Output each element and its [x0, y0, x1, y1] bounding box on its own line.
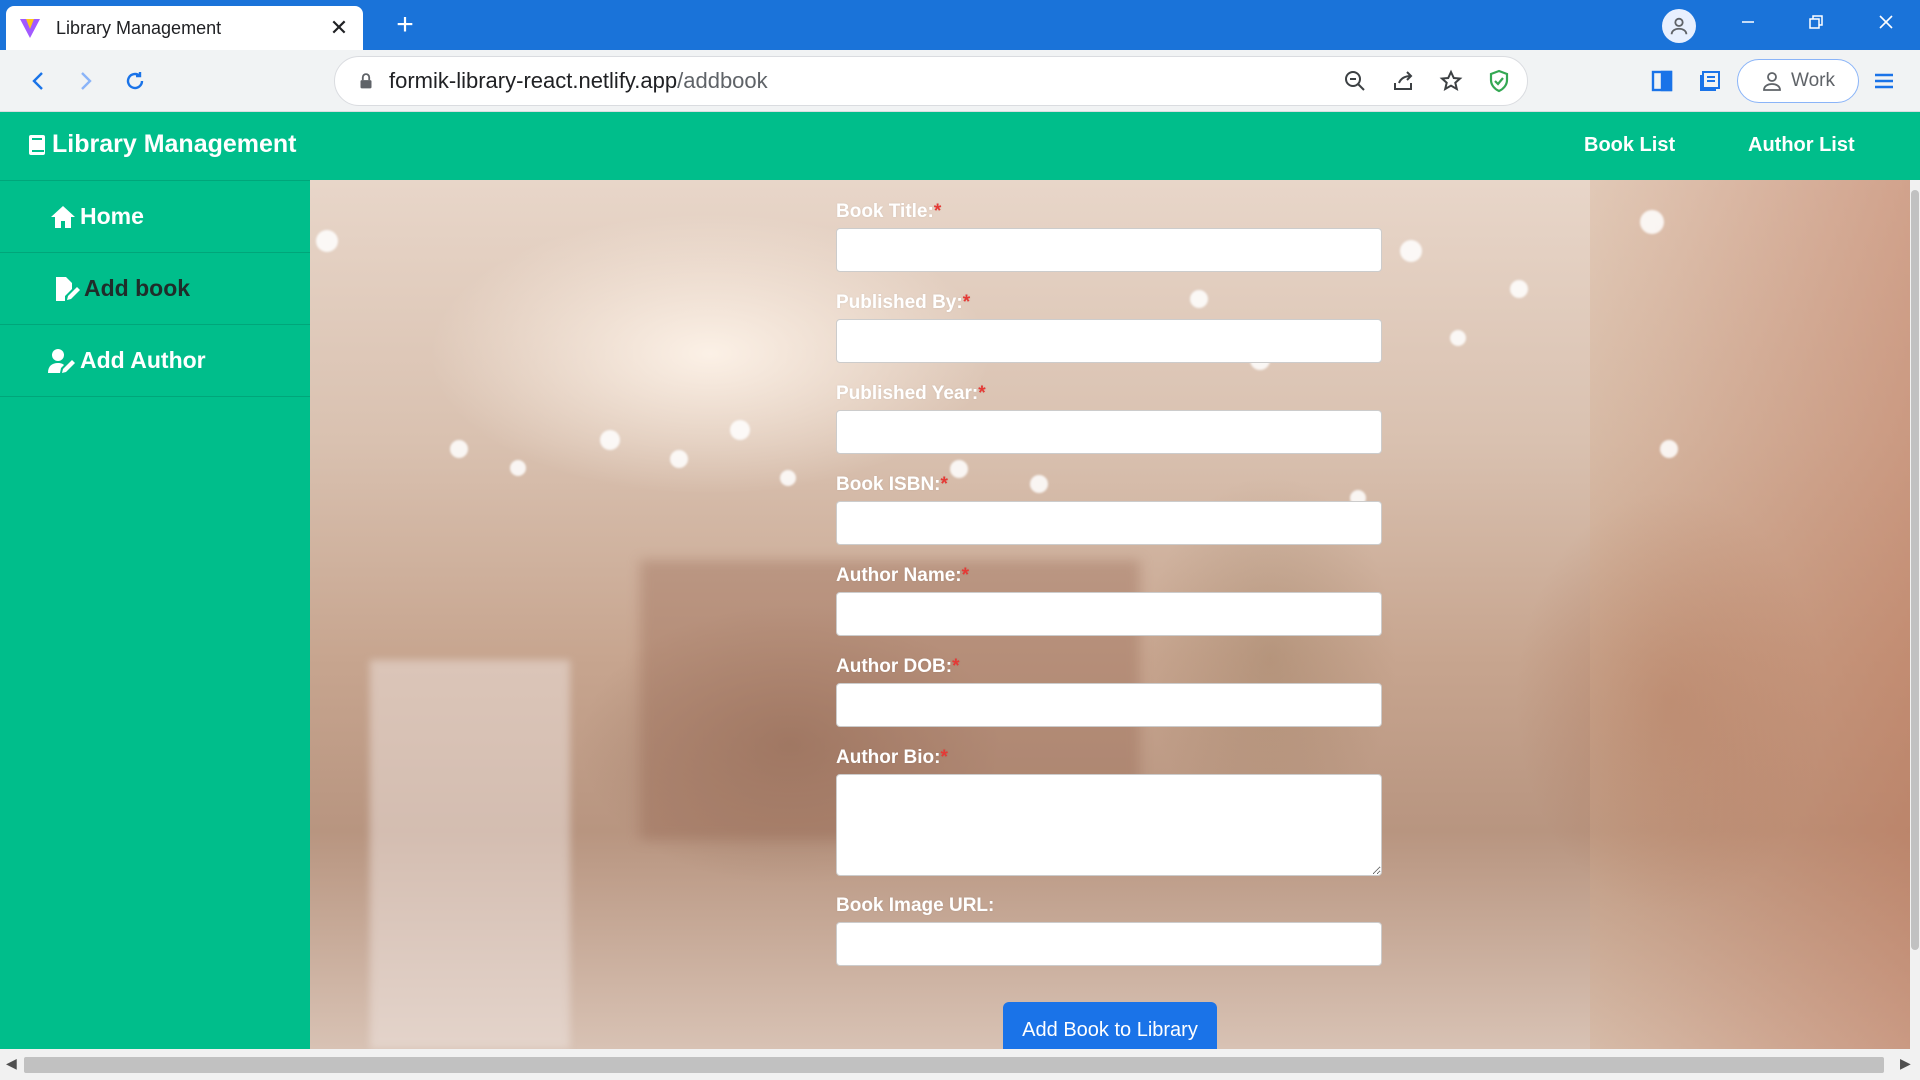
url-path: /addbook: [677, 68, 768, 93]
book-title-input[interactable]: [836, 228, 1382, 272]
published-year-label: Published Year:*: [836, 383, 986, 404]
scroll-right-arrow-icon[interactable]: ▶: [1900, 1055, 1911, 1072]
author-dob-label: Author DOB:*: [836, 656, 960, 677]
close-tab-icon[interactable]: ✕: [327, 15, 351, 41]
add-book-submit-button[interactable]: Add Book to Library: [1003, 1002, 1217, 1049]
home-icon: [48, 202, 78, 232]
add-book-form: Book Title:* Published By:* Published Ye…: [836, 198, 1382, 983]
published-by-label: Published By:*: [836, 292, 971, 313]
author-bio-textarea[interactable]: [836, 774, 1382, 876]
author-name-input[interactable]: [836, 592, 1382, 636]
url-host: formik-library-react.netlify.app: [389, 68, 678, 93]
back-icon[interactable]: [20, 62, 58, 100]
brand[interactable]: Library Management: [28, 130, 297, 159]
profile-avatar-icon[interactable]: [1662, 9, 1696, 43]
menu-icon[interactable]: [1866, 63, 1902, 99]
vertical-scrollbar-thumb[interactable]: [1911, 190, 1919, 950]
published-by-input[interactable]: [836, 319, 1382, 363]
bookmark-star-icon[interactable]: [1431, 61, 1471, 101]
shield-extension-icon[interactable]: [1479, 61, 1519, 101]
sidebar-item-label: Add Author: [80, 347, 206, 373]
book-image-url-label: Book Image URL:: [836, 895, 995, 916]
minimize-icon[interactable]: [1720, 0, 1776, 44]
browser-toolbar: formik-library-react.netlify.app/addbook…: [0, 50, 1920, 112]
tab-title: Library Management: [56, 17, 222, 38]
sidebar-item-home[interactable]: Home: [0, 181, 310, 253]
bokeh-light: [670, 450, 688, 468]
user-edit-icon: [48, 346, 78, 376]
bokeh-light: [730, 420, 750, 440]
bokeh-light: [780, 470, 796, 486]
bokeh-light: [316, 230, 338, 252]
work-profile-icon: [1763, 72, 1781, 91]
book-isbn-label: Book ISBN:*: [836, 474, 948, 495]
app-root: Library Management Book List Author List…: [0, 112, 1920, 1049]
sidebar-item-label: Add book: [84, 275, 191, 301]
bokeh-light: [1450, 330, 1466, 346]
file-edit-icon: [52, 274, 82, 304]
nav-author-list[interactable]: Author List: [1748, 134, 1855, 157]
book-title-label: Book Title:*: [836, 201, 942, 222]
vertical-scrollbar[interactable]: [1910, 180, 1920, 1049]
close-window-icon[interactable]: [1858, 0, 1914, 44]
bokeh-light: [510, 460, 526, 476]
profile-work-button[interactable]: Work: [1737, 59, 1859, 103]
browser-tab[interactable]: Library Management ✕: [6, 6, 363, 50]
browser-tab-bar: Library Management ✕ +: [0, 0, 1920, 50]
book-icon: [29, 134, 45, 155]
bokeh-light: [1660, 440, 1678, 458]
bokeh-light: [1400, 240, 1422, 262]
horizontal-scrollbar-thumb[interactable]: [24, 1057, 1884, 1073]
brand-title: Library Management: [52, 130, 297, 158]
author-bio-label: Author Bio:*: [836, 747, 948, 768]
forward-icon[interactable]: [66, 62, 104, 100]
bokeh-light: [600, 430, 620, 450]
vite-favicon-icon: [20, 19, 40, 38]
reading-list-icon[interactable]: [1692, 63, 1728, 99]
horizontal-scrollbar[interactable]: ◀ ▶: [0, 1049, 1920, 1080]
restore-icon[interactable]: [1788, 0, 1844, 44]
zoom-out-icon[interactable]: [1335, 61, 1375, 101]
book-image-url-input[interactable]: [836, 922, 1382, 966]
app-header: Library Management Book List Author List: [0, 112, 1920, 180]
bookshelf-decoration: [1590, 180, 1910, 1049]
author-dob-input[interactable]: [836, 683, 1382, 727]
nav-book-list[interactable]: Book List: [1584, 134, 1675, 157]
share-icon[interactable]: [1383, 61, 1423, 101]
profile-label: Work: [1791, 70, 1835, 91]
published-year-input[interactable]: [836, 410, 1382, 454]
sidebar: Home Add book Add Author: [0, 180, 310, 1049]
library-background: Book Title:* Published By:* Published Ye…: [310, 180, 1910, 1049]
scroll-left-arrow-icon[interactable]: ◀: [6, 1055, 17, 1072]
bokeh-light: [1510, 280, 1528, 298]
bokeh-light: [450, 440, 468, 458]
bokeh-light: [1640, 210, 1664, 234]
person-silhouette-decoration: [370, 660, 570, 1049]
reload-icon[interactable]: [116, 62, 154, 100]
new-tab-button[interactable]: +: [388, 8, 422, 42]
sidebar-item-label: Home: [80, 203, 144, 229]
lock-icon: [360, 73, 372, 89]
url-text: formik-library-react.netlify.app/addbook: [389, 68, 1335, 94]
address-bar[interactable]: formik-library-react.netlify.app/addbook: [334, 56, 1528, 106]
sidebar-item-add-book[interactable]: Add book: [0, 253, 310, 325]
author-name-label: Author Name:*: [836, 565, 970, 586]
sidebar-item-add-author[interactable]: Add Author: [0, 325, 310, 397]
side-panel-icon[interactable]: [1644, 63, 1680, 99]
book-isbn-input[interactable]: [836, 501, 1382, 545]
